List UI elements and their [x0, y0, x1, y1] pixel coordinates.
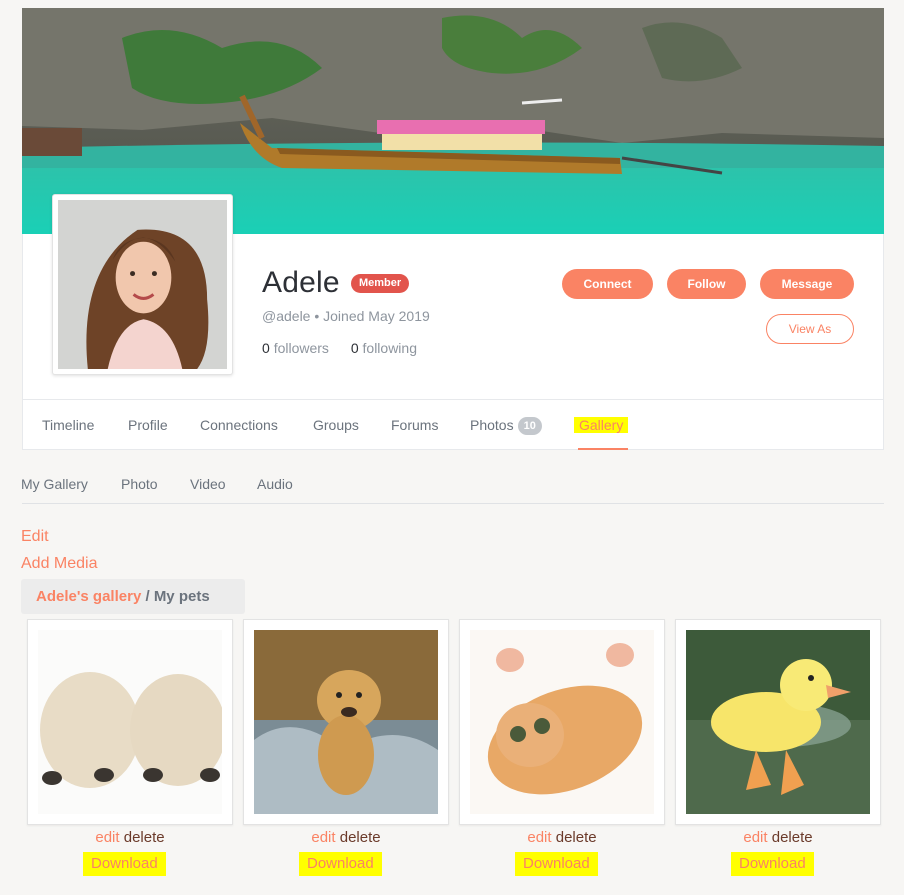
tab-photos-label: Photos	[470, 417, 514, 433]
media-tile-duckling[interactable]	[675, 619, 881, 825]
edit-media-link[interactable]: edit	[95, 829, 119, 846]
tab-forums[interactable]: Forums	[391, 417, 438, 433]
breadcrumb-gallery-link[interactable]: Adele's gallery	[36, 588, 141, 605]
add-media-link[interactable]: Add Media	[21, 555, 98, 573]
tab-groups[interactable]: Groups	[313, 417, 359, 433]
media-actions-4: edit delete	[675, 829, 881, 846]
delete-media-link[interactable]: delete	[340, 829, 381, 846]
download-button[interactable]: Download	[83, 852, 166, 876]
tab-timeline[interactable]: Timeline	[42, 417, 94, 433]
tab-gallery[interactable]: Gallery	[574, 417, 629, 433]
subtab-my-gallery[interactable]: My Gallery	[21, 476, 88, 492]
profile-name: Adele	[262, 266, 340, 299]
download-button[interactable]: Download	[731, 852, 814, 876]
download-button[interactable]: Download	[299, 852, 382, 876]
subtab-video[interactable]: Video	[190, 476, 226, 492]
breadcrumb: Adele's gallery / My pets	[21, 579, 245, 614]
subtabs-divider	[22, 503, 884, 504]
edit-media-link[interactable]: edit	[743, 829, 767, 846]
tabs-divider	[22, 399, 884, 400]
media-tile-kitten[interactable]	[459, 619, 665, 825]
media-actions-2: edit delete	[243, 829, 449, 846]
media-actions-1: edit delete	[27, 829, 233, 846]
tab-connections[interactable]: Connections	[200, 417, 278, 433]
edit-gallery-link[interactable]: Edit	[21, 528, 49, 546]
tab-photos[interactable]: Photos 10	[470, 417, 542, 435]
media-actions-3: edit delete	[459, 829, 665, 846]
profile-handle: @adele • Joined May 2019	[262, 308, 430, 324]
edit-media-link[interactable]: edit	[527, 829, 551, 846]
avatar[interactable]	[52, 194, 233, 375]
media-tile-dog[interactable]	[243, 619, 449, 825]
delete-media-link[interactable]: delete	[772, 829, 813, 846]
active-tab-indicator	[578, 448, 628, 450]
photos-count-badge: 10	[517, 417, 542, 435]
follow-button[interactable]: Follow	[667, 269, 746, 299]
member-badge: Member	[351, 274, 410, 293]
subtab-photo[interactable]: Photo	[121, 476, 158, 492]
delete-media-link[interactable]: delete	[556, 829, 597, 846]
following-count[interactable]: 0 following	[351, 340, 417, 356]
followers-count[interactable]: 0 followers	[262, 340, 329, 356]
tab-profile[interactable]: Profile	[128, 417, 168, 433]
media-tile-puppies[interactable]	[27, 619, 233, 825]
breadcrumb-separator: /	[145, 588, 150, 605]
view-as-button[interactable]: View As	[766, 314, 854, 344]
message-button[interactable]: Message	[760, 269, 854, 299]
follow-counts: 0 followers 0 following	[262, 340, 435, 356]
connect-button[interactable]: Connect	[562, 269, 653, 299]
breadcrumb-current: My pets	[153, 588, 210, 605]
download-button[interactable]: Download	[515, 852, 598, 876]
delete-media-link[interactable]: delete	[124, 829, 165, 846]
edit-media-link[interactable]: edit	[311, 829, 335, 846]
subtab-audio[interactable]: Audio	[257, 476, 293, 492]
